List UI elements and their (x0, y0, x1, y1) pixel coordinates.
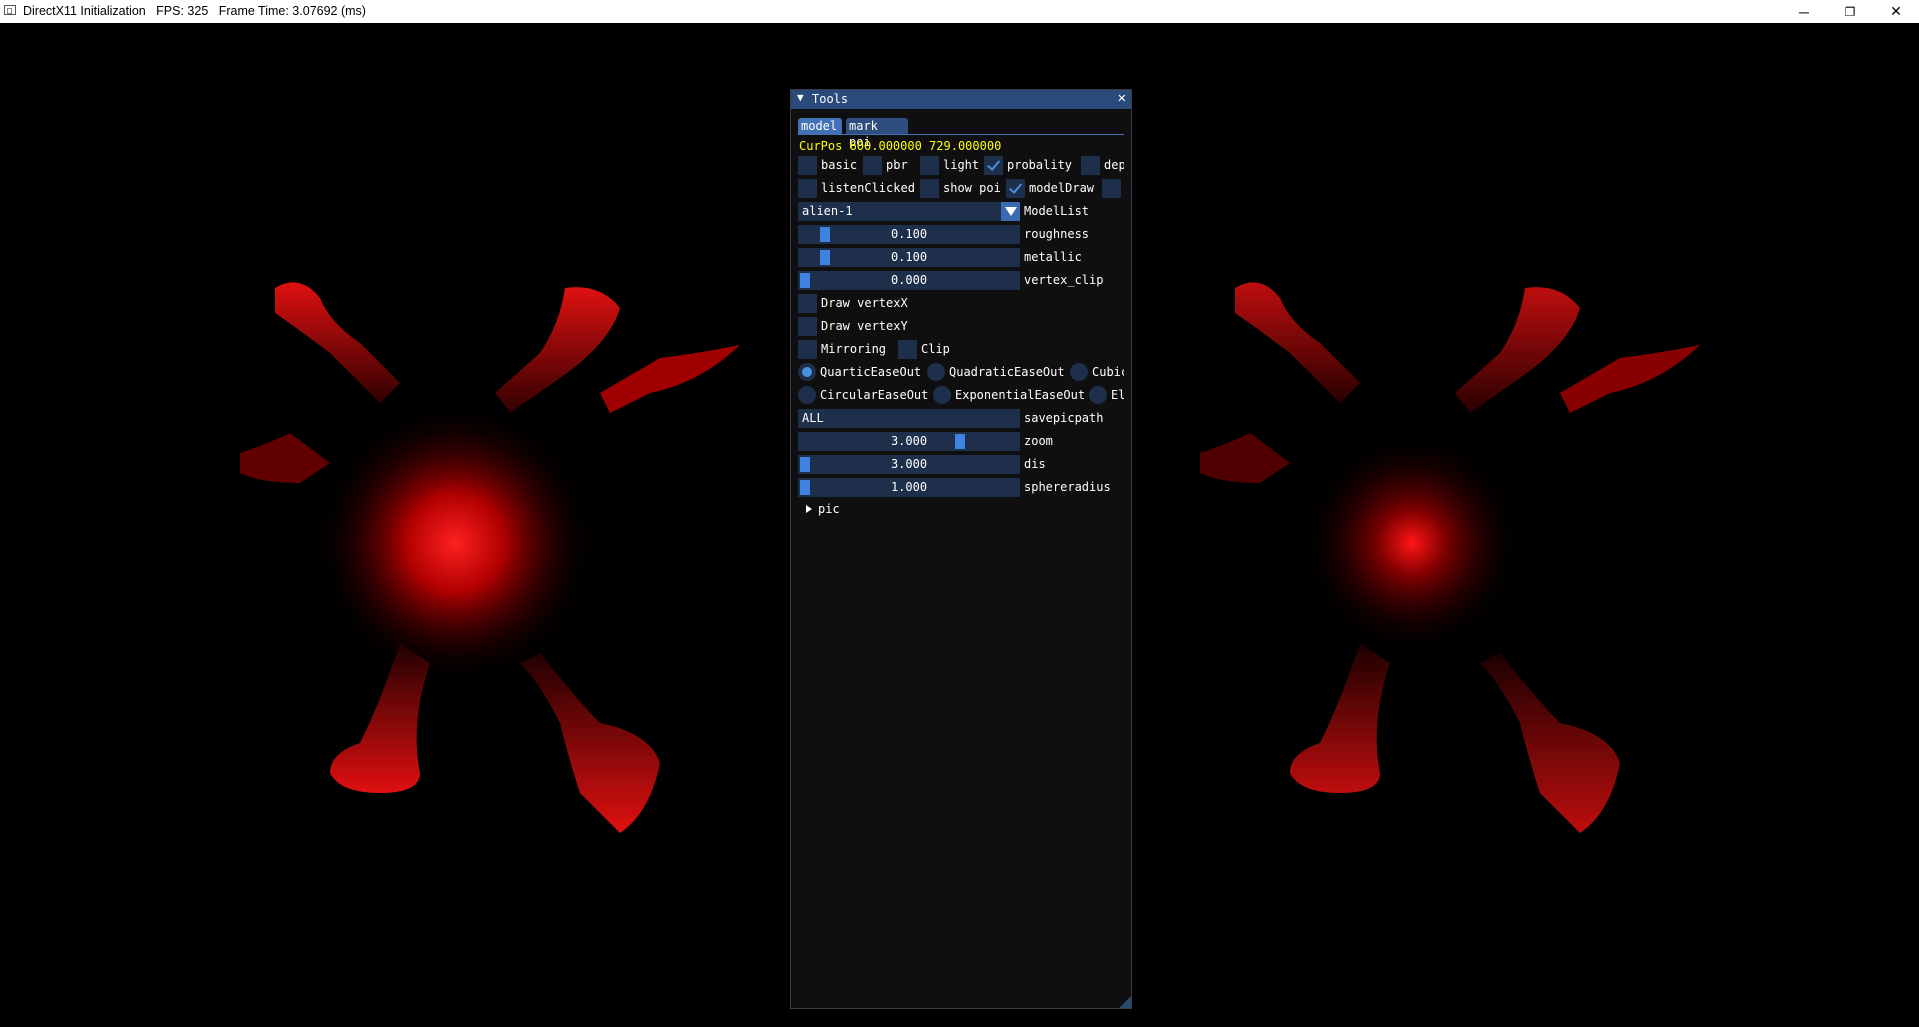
easing-row-2: CircularEaseOut ExponentialEaseOut El (798, 386, 1124, 405)
vertex-clip-slider[interactable]: 0.000 (798, 271, 1020, 290)
dis-row: 3.000 dis (798, 455, 1124, 474)
roughness-slider[interactable]: 0.100 (798, 225, 1020, 244)
cursor-position-text: CurPos 600.000000 729.000000 (799, 139, 1002, 153)
model-list-value: alien-1 (802, 204, 853, 218)
close-icon: ✕ (1890, 3, 1902, 19)
metallic-label: metallic (1024, 250, 1082, 264)
vertex-clip-value: 0.000 (890, 273, 928, 287)
dis-slider[interactable]: 3.000 (798, 455, 1020, 474)
mirroring-row: Mirroring Clip (798, 340, 1124, 359)
dis-value: 3.000 (890, 457, 928, 471)
easing-row-1: QuarticEaseOut QuadraticEaseOut Cubic (798, 363, 1124, 382)
resize-grip[interactable] (1119, 996, 1131, 1008)
roughness-row: 0.100 roughness (798, 225, 1124, 244)
tab-mark-poi[interactable]: mark poi (846, 118, 908, 149)
alien-model-right (1200, 282, 1700, 833)
zoom-label: zoom (1024, 434, 1053, 448)
savepicpath-label: savepicpath (1024, 411, 1104, 425)
model-list-label: ModelList (1024, 204, 1090, 218)
sphereradius-value: 1.000 (890, 480, 928, 494)
savepicpath-value: ALL (802, 411, 824, 425)
close-window-button[interactable]: ✕ (1873, 0, 1919, 23)
dis-label: dis (1024, 457, 1046, 471)
minimize-icon: ─ (1799, 3, 1809, 20)
tab-model[interactable]: model (798, 118, 842, 134)
app-icon[interactable] (4, 5, 16, 15)
caret-right-icon[interactable] (806, 505, 812, 513)
zoom-slider[interactable]: 3.000 (798, 432, 1020, 451)
tools-title: Tools (812, 92, 849, 106)
savepicpath-row: ALL savepicpath (798, 409, 1124, 428)
sphereradius-label: sphereradius (1024, 480, 1111, 494)
tools-window[interactable]: ▼ Tools ✕ model mark poi CurPos 600.0000… (790, 89, 1132, 1009)
vertex-clip-row: 0.000 vertex_clip (798, 271, 1124, 290)
restore-icon: ❐ (1844, 4, 1856, 19)
restore-button[interactable]: ❐ (1827, 0, 1873, 23)
model-list-row: alien-1 ModelList (798, 202, 1124, 221)
close-icon[interactable]: ✕ (1118, 90, 1126, 106)
checkbox-row-2: listenClicked show poi modelDraw n (798, 179, 1124, 198)
tab-underline (798, 134, 1124, 135)
metallic-value: 0.100 (890, 250, 928, 264)
draw-vertex-y-row: Draw vertexY (798, 317, 1124, 336)
savepicpath-input[interactable]: ALL (798, 409, 1020, 428)
zoom-row: 3.000 zoom (798, 432, 1124, 451)
roughness-value: 0.100 (890, 227, 928, 241)
tree-node-pic-label: pic (818, 502, 840, 516)
window-title: DirectX11 Initialization FPS: 325 Frame … (23, 4, 366, 18)
minimize-button[interactable]: ─ (1781, 0, 1827, 23)
sphereradius-slider[interactable]: 1.000 (798, 478, 1020, 497)
tools-header[interactable]: ▼ Tools ✕ (791, 90, 1131, 109)
title-bar: DirectX11 Initialization FPS: 325 Frame … (0, 0, 1919, 23)
draw-vertex-x-row: Draw vertexX (798, 294, 1124, 313)
alien-model-left (240, 282, 740, 833)
chevron-down-icon[interactable] (1001, 202, 1020, 221)
metallic-row: 0.100 metallic (798, 248, 1124, 267)
roughness-label: roughness (1024, 227, 1090, 241)
checkbox-row-1: basic pbr light probality dept (798, 156, 1124, 175)
sphereradius-row: 1.000 sphereradius (798, 478, 1124, 497)
zoom-value: 3.000 (890, 434, 928, 448)
model-list-combo[interactable]: alien-1 (798, 202, 1020, 221)
metallic-slider[interactable]: 0.100 (798, 248, 1020, 267)
vertex-clip-label: vertex_clip (1024, 273, 1104, 287)
collapse-icon[interactable]: ▼ (797, 91, 804, 104)
